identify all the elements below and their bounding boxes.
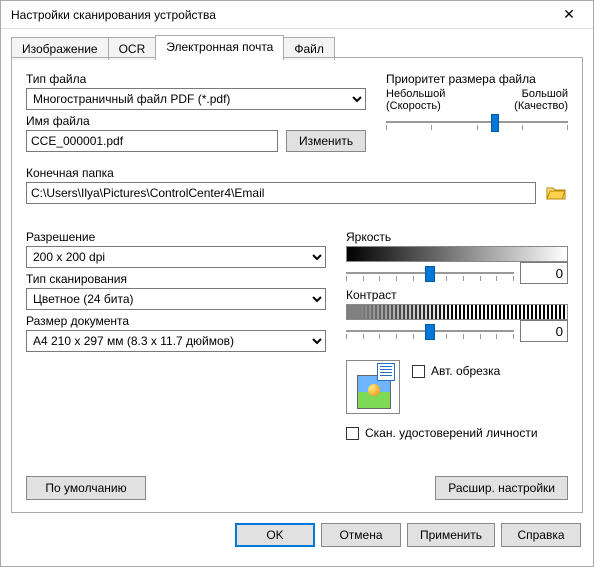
label-priority: Приоритет размера файла xyxy=(386,72,568,86)
priority-sublabels: (Скорость) (Качество) xyxy=(386,100,568,112)
cancel-button[interactable]: Отмена xyxy=(321,523,401,547)
label-contrast: Контраст xyxy=(346,288,568,302)
label-scan-type: Тип сканирования xyxy=(26,272,326,286)
dialog-buttons: OK Отмена Применить Справка xyxy=(1,513,593,557)
browse-folder-button[interactable] xyxy=(544,182,568,204)
content: Изображение OCR Электронная почта Файл Т… xyxy=(1,29,593,513)
auto-crop-label: Авт. обрезка xyxy=(431,364,500,378)
priority-small-label: Небольшой xyxy=(386,88,445,100)
defaults-button[interactable]: По умолчанию xyxy=(26,476,146,500)
brightness-value[interactable] xyxy=(520,262,568,284)
contrast-gradient xyxy=(346,304,568,320)
file-name-field: CCE_000001.pdf xyxy=(26,130,278,152)
label-resolution: Разрешение xyxy=(26,230,326,244)
contrast-slider[interactable] xyxy=(346,321,514,341)
ok-button[interactable]: OK xyxy=(235,523,315,547)
scan-type-select[interactable]: Цветное (24 бита) xyxy=(26,288,326,310)
auto-crop-row[interactable]: Авт. обрезка xyxy=(412,364,500,378)
contrast-value[interactable] xyxy=(520,320,568,342)
priority-slider[interactable] xyxy=(386,112,568,132)
label-file-type: Тип файла xyxy=(26,72,366,86)
priority-big-label: Большой xyxy=(522,88,568,100)
dialog-window: Настройки сканирования устройства ✕ Изоб… xyxy=(0,0,594,567)
label-brightness: Яркость xyxy=(346,230,568,244)
close-icon: ✕ xyxy=(563,6,575,23)
priority-speed-label: (Скорость) xyxy=(386,100,441,112)
contrast-slider-thumb[interactable] xyxy=(425,324,435,340)
titlebar: Настройки сканирования устройства ✕ xyxy=(1,1,593,29)
close-button[interactable]: ✕ xyxy=(549,2,589,28)
resolution-select[interactable]: 200 x 200 dpi xyxy=(26,246,326,268)
auto-crop-checkbox[interactable] xyxy=(412,365,425,378)
id-scan-label: Скан. удостоверений личности xyxy=(365,426,538,440)
document-icon xyxy=(377,363,395,381)
label-dest-folder: Конечная папка xyxy=(26,166,568,180)
id-scan-checkbox[interactable] xyxy=(346,427,359,440)
apply-button[interactable]: Применить xyxy=(407,523,495,547)
dest-folder-field: C:\Users\Ilya\Pictures\ControlCenter4\Em… xyxy=(26,182,536,204)
label-doc-size: Размер документа xyxy=(26,314,326,328)
priority-quality-label: (Качество) xyxy=(514,100,568,112)
priority-slider-thumb[interactable] xyxy=(491,114,499,132)
brightness-slider[interactable] xyxy=(346,263,514,283)
tab-email[interactable]: Электронная почта xyxy=(155,35,284,58)
tab-bar: Изображение OCR Электронная почта Файл xyxy=(11,35,583,58)
label-file-name: Имя файла xyxy=(26,114,366,128)
priority-labels: Небольшой Большой xyxy=(386,88,568,100)
brightness-slider-thumb[interactable] xyxy=(425,266,435,282)
help-button[interactable]: Справка xyxy=(501,523,581,547)
file-type-select[interactable]: Многостраничный файл PDF (*.pdf) xyxy=(26,88,366,110)
window-title: Настройки сканирования устройства xyxy=(11,8,216,22)
advanced-button[interactable]: Расшир. настройки xyxy=(435,476,568,500)
folder-icon xyxy=(546,185,566,201)
preview-thumbnail xyxy=(346,360,400,414)
change-button[interactable]: Изменить xyxy=(286,130,366,152)
brightness-gradient xyxy=(346,246,568,262)
tab-panel-email: Тип файла Многостраничный файл PDF (*.pd… xyxy=(11,57,583,513)
id-scan-row[interactable]: Скан. удостоверений личности xyxy=(346,426,568,440)
doc-size-select[interactable]: А4 210 x 297 мм (8.3 x 11.7 дюймов) xyxy=(26,330,326,352)
